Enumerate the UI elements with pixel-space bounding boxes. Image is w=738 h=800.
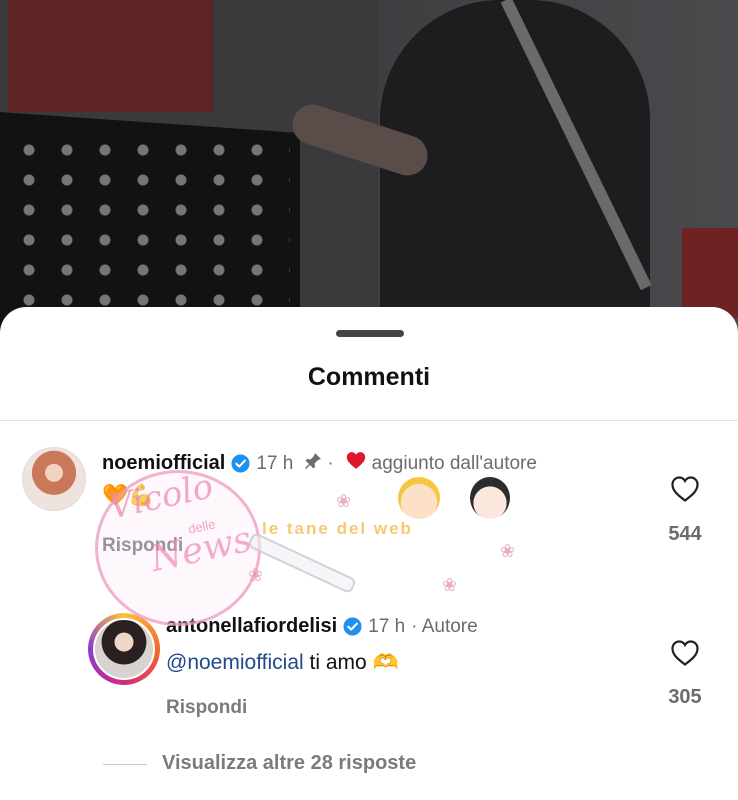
like-heart-icon[interactable] [670,475,700,503]
mention-link[interactable]: @noemiofficial [166,651,304,674]
paw-icon: ❀ [336,491,352,511]
liked-by-author-heart-icon [346,451,366,476]
like-count: 544 [668,523,702,545]
watermark-character-icon [398,477,440,519]
watermark-character-icon [470,477,510,519]
watermark-band-text: le tane del web [262,519,413,538]
red-curtain [8,0,213,112]
verified-badge-icon [343,617,362,636]
reply-button[interactable]: Rispondi [102,535,183,557]
post-photo-background [0,0,738,330]
watermark-magnifier-handle [246,531,358,595]
comment-time: 17 h [256,452,294,474]
reply-username[interactable]: antonellafiordelisi [166,615,337,638]
paw-icon: ❀ [442,575,458,595]
reply-body: @noemiofficial ti amo 🫶 [166,650,399,675]
view-more-line [103,764,147,765]
reply-time: 17 h [368,615,406,637]
music-stand-holes [10,135,290,315]
heart-hands-emoji: 🫶 [372,650,399,674]
like-count: 305 [668,686,702,708]
header-divider [0,420,738,421]
comments-sheet: Commenti noemiofficial 17 h · aggiunto d… [0,307,738,800]
avatar-noemiofficial[interactable] [22,447,86,511]
avatar-antonellafiordelisi[interactable] [93,618,155,680]
paw-icon: ❀ [500,541,516,561]
amplifier [682,228,738,318]
paw-icon: ❀ [248,565,264,585]
comment-body: 🧡💪 [102,483,155,507]
reply-text: ti amo [303,651,373,674]
liked-by-author-label: aggiunto dall'autore [371,452,537,474]
verified-badge-icon [231,454,250,473]
author-tag: · Autore [411,615,478,637]
reply-header: antonellafiordelisi 17 h · Autore [166,615,478,638]
pin-icon [303,451,323,476]
like-heart-icon[interactable] [670,639,700,667]
reply-button[interactable]: Rispondi [166,697,247,719]
view-more-replies-button[interactable]: Visualizza altre 28 risposte [162,752,416,775]
watermark-text: delle [186,516,217,537]
comment-header: noemiofficial 17 h · aggiunto dall'autor… [102,451,537,476]
comment-username[interactable]: noemiofficial [102,452,225,475]
sheet-drag-handle[interactable] [336,330,404,337]
sheet-title: Commenti [307,363,431,391]
